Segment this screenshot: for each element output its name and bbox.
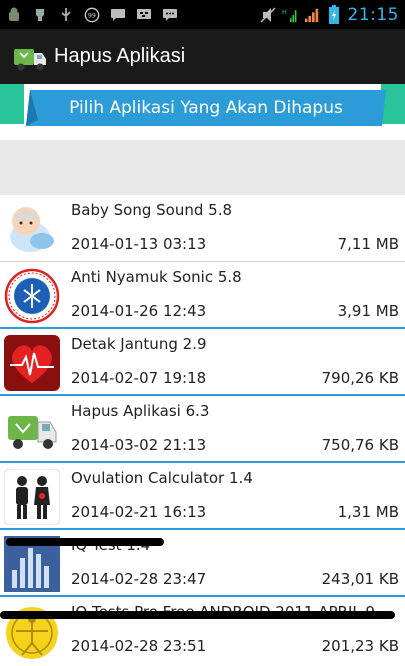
battery-icon — [326, 4, 342, 24]
app-name: Ovulation Calculator 1.4 — [71, 469, 253, 487]
app-name: Hapus Aplikasi 6.3 — [71, 402, 210, 420]
usb-debug-icon — [32, 7, 48, 23]
install-date: 2014-03-02 21:13 — [71, 436, 207, 454]
app-size: 243,01 KB — [321, 570, 399, 588]
banner-text: Pilih Aplikasi Yang Akan Dihapus — [69, 98, 343, 118]
install-date: 2014-02-07 19:18 — [71, 369, 207, 387]
data-icon: H — [282, 7, 298, 23]
recycle-truck-icon[interactable] — [12, 39, 48, 75]
banner-area: Pilih Aplikasi Yang Akan Dihapus — [0, 84, 405, 140]
app-name: Detak Jantung 2.9 — [71, 335, 207, 353]
install-date: 2014-02-28 23:47 — [71, 570, 207, 588]
mosquito-logo-icon — [4, 268, 60, 324]
install-date: 2014-01-13 03:13 — [71, 235, 207, 253]
app-name: Baby Song Sound 5.8 — [71, 201, 233, 219]
couple-icon — [3, 468, 61, 526]
install-date: 2014-02-21 16:13 — [71, 503, 207, 521]
app-name: Anti Nyamuk Sonic 5.8 — [71, 268, 242, 286]
app-size: 3,91 MB — [337, 302, 399, 320]
redaction-bar — [6, 538, 164, 546]
mute-icon — [259, 6, 276, 23]
app-list: Baby Song Sound 5.8 2014-01-13 03:13 7,1… — [0, 195, 405, 664]
list-item[interactable]: Anti Nyamuk Sonic 5.8 2014-01-26 12:43 3… — [0, 262, 405, 329]
baby-icon — [4, 201, 60, 257]
list-item[interactable]: IQ Tests Pro Free ANDROID 2011 APRIL 9 2… — [0, 597, 405, 664]
notification-99-icon: 99 — [84, 7, 100, 23]
accent-strip-left — [0, 84, 24, 124]
list-item[interactable]: IQ Test 1.4 2014-02-28 23:47 243,01 KB — [0, 530, 405, 597]
clock: 21:15 — [347, 4, 399, 25]
usb-icon — [58, 7, 74, 23]
list-item[interactable]: Ovulation Calculator 1.4 2014-02-21 16:1… — [0, 463, 405, 530]
install-date: 2014-02-28 23:51 — [71, 637, 207, 655]
app-size: 1,31 MB — [337, 503, 399, 521]
list-item[interactable]: Detak Jantung 2.9 2014-02-07 19:18 790,2… — [0, 329, 405, 396]
heart-icon — [4, 335, 60, 391]
android-icon — [6, 7, 22, 23]
app-title: Hapus Aplikasi — [54, 45, 186, 67]
app-size: 750,76 KB — [321, 436, 399, 454]
install-date: 2014-01-26 12:43 — [71, 302, 207, 320]
message-icon — [162, 7, 178, 23]
recycle-truck-icon — [4, 402, 60, 458]
list-item[interactable]: Hapus Aplikasi 6.3 2014-03-02 21:13 750,… — [0, 396, 405, 463]
svg-text:H: H — [282, 8, 287, 16]
app-size: 790,26 KB — [321, 369, 399, 387]
signal-icon — [304, 7, 320, 23]
header-spacer — [0, 140, 405, 195]
svg-text:99: 99 — [88, 12, 96, 19]
app-size: 7,11 MB — [337, 235, 399, 253]
chat-icon — [110, 7, 126, 23]
status-bar: 99 H 21:15 — [0, 0, 405, 29]
redaction-bar — [0, 611, 395, 619]
bbm-icon — [136, 7, 152, 23]
app-size: 201,23 KB — [321, 637, 399, 655]
list-item[interactable]: Baby Song Sound 5.8 2014-01-13 03:13 7,1… — [0, 195, 405, 262]
action-bar: Hapus Aplikasi — [0, 29, 405, 84]
